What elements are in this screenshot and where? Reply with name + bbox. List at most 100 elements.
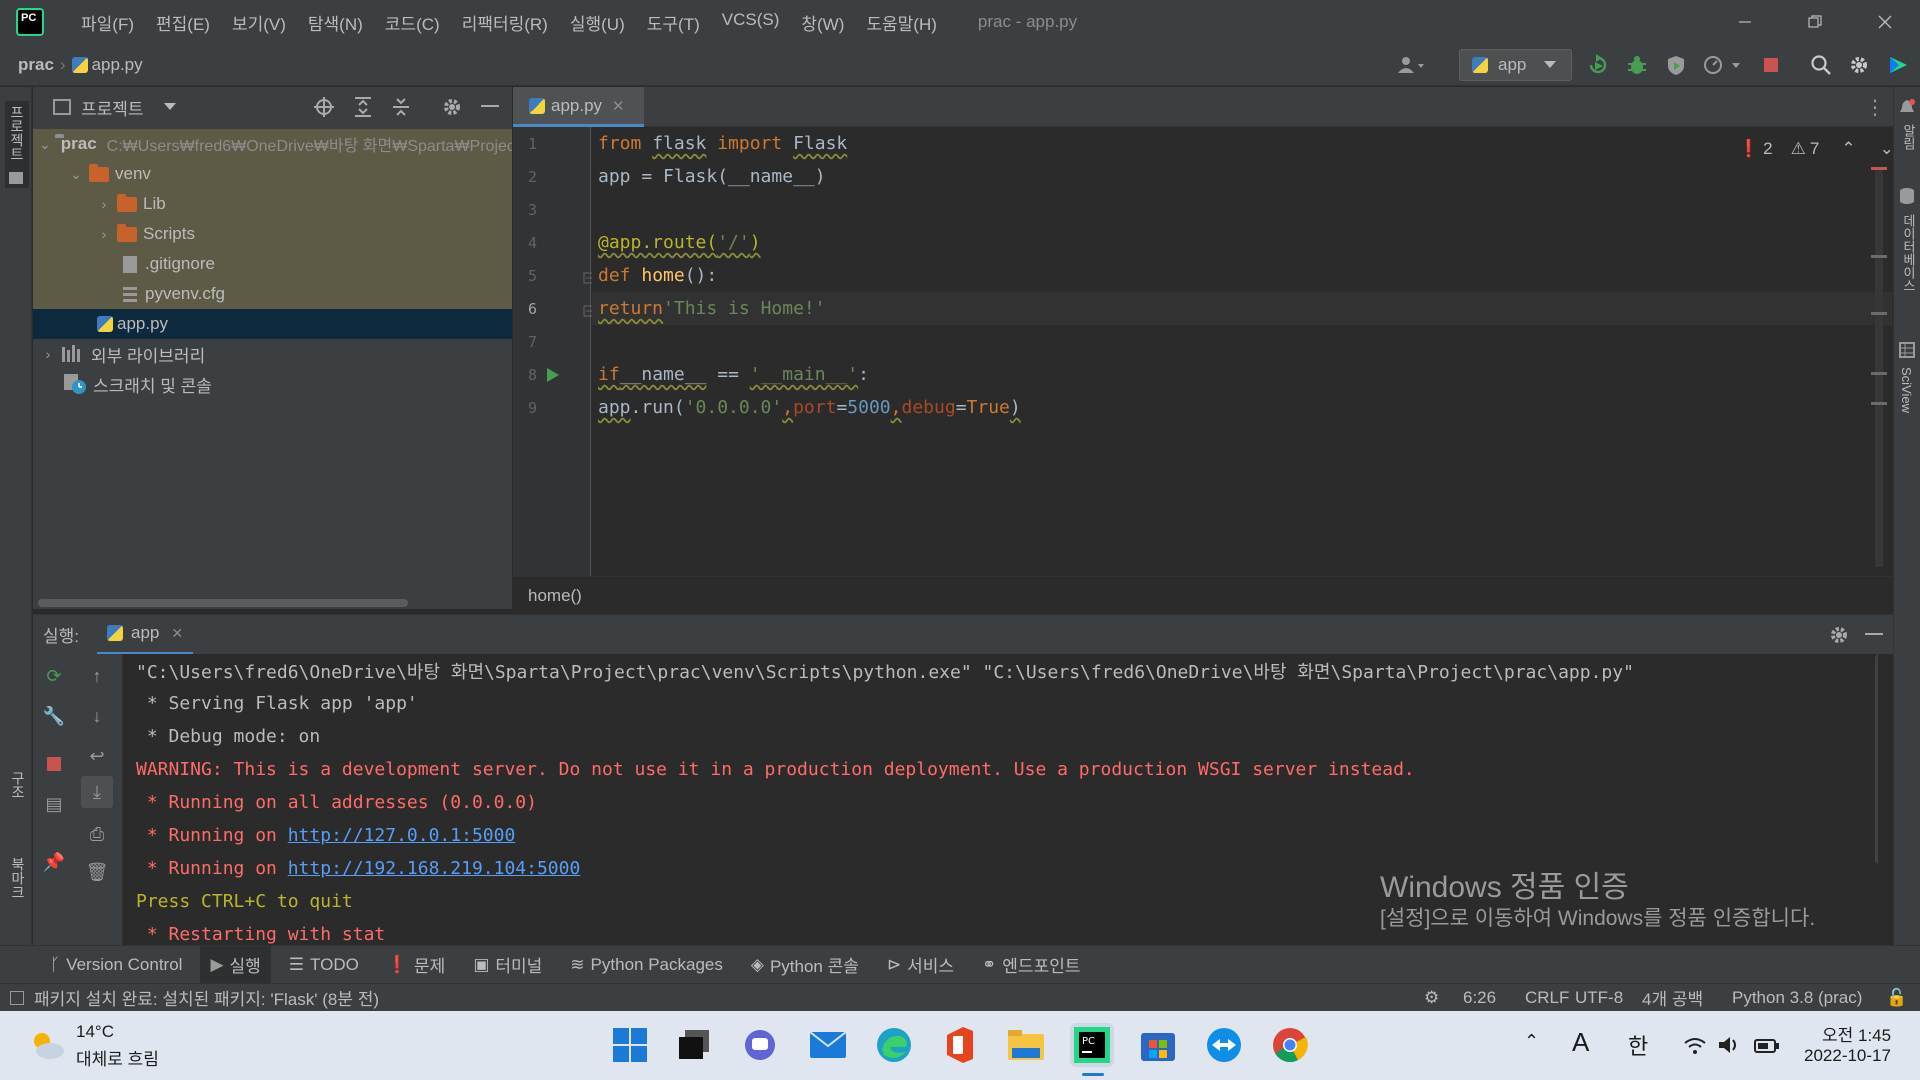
user-account-icon[interactable] <box>1390 52 1430 78</box>
pycharm-logo-icon[interactable]: PC <box>16 8 44 36</box>
file-encoding[interactable]: UTF-8 <box>1575 988 1623 1008</box>
tool-python-console[interactable]: ◈ Python 콘솔 <box>751 952 859 977</box>
chevron-right-icon[interactable]: › <box>95 196 113 212</box>
tree-item-scratches[interactable]: 스크래치 및 콘솔 <box>33 369 512 399</box>
chevron-up-icon[interactable]: ⌃ <box>1841 139 1855 159</box>
print-icon[interactable]: ⎙ <box>83 820 111 848</box>
close-window-button[interactable] <box>1850 0 1920 44</box>
toggle-tool-windows-icon[interactable] <box>10 990 24 1005</box>
weather-cloudy-icon[interactable] <box>30 1029 66 1061</box>
error-stripe[interactable] <box>1871 167 1887 567</box>
more-options-icon[interactable]: ⋮ <box>1865 95 1885 120</box>
lock-icon[interactable]: 🔓 <box>1886 988 1907 1008</box>
trash-icon[interactable]: 🗑 <box>83 858 111 886</box>
hide-panel-icon[interactable] <box>1865 632 1883 637</box>
close-tab-icon[interactable]: ✕ <box>171 625 183 642</box>
line-separator[interactable]: CRLF <box>1525 988 1569 1008</box>
wrench-icon[interactable]: 🔧 <box>40 702 68 730</box>
tree-item-scripts[interactable]: › Scripts <box>33 219 512 249</box>
battery-icon[interactable] <box>1754 1039 1780 1053</box>
menu-tools[interactable]: 도구(T) <box>636 10 711 35</box>
chrome-icon[interactable] <box>1268 1023 1312 1067</box>
menu-run[interactable]: 실행(U) <box>559 10 636 35</box>
clock-date[interactable]: 2022-10-17 <box>1804 1046 1891 1066</box>
tool-version-control[interactable]: ᚴ Version Control <box>50 955 182 975</box>
minimize-button[interactable] <box>1710 0 1780 44</box>
python-interpreter[interactable]: Python 3.8 (prac) <box>1732 988 1862 1008</box>
scroll-to-end-icon[interactable]: ⤓ <box>81 776 113 808</box>
breadcrumb-project[interactable]: prac <box>18 55 54 75</box>
settings-gear-icon[interactable] <box>1846 52 1872 78</box>
task-view-icon[interactable] <box>672 1023 716 1067</box>
tool-run[interactable]: ▶ 실행 <box>200 946 271 983</box>
tree-item-app-py[interactable]: app.py <box>33 309 512 339</box>
chevron-down-icon[interactable] <box>163 103 176 111</box>
run-configuration-select[interactable]: app <box>1459 49 1572 81</box>
menu-edit[interactable]: 편집(E) <box>145 10 221 35</box>
inspection-icon[interactable]: ⚙ <box>1424 988 1439 1008</box>
pycharm-taskbar-icon[interactable]: PC <box>1070 1023 1114 1067</box>
arrow-down-icon[interactable]: ↓ <box>83 702 111 730</box>
run-gutter-icon[interactable] <box>546 367 560 383</box>
status-message[interactable]: 패키지 설치 완료: 설치된 패키지: 'Flask' (8분 전) <box>34 985 379 1010</box>
teamviewer-icon[interactable] <box>1202 1023 1246 1067</box>
tool-services[interactable]: ⊳ 서비스 <box>887 952 954 977</box>
wifi-icon[interactable] <box>1684 1037 1706 1055</box>
tree-item-prac[interactable]: ⌄ prac C:₩Users₩fred6₩OneDrive₩바탕 화면₩Spa… <box>33 129 512 159</box>
tree-item-gitignore[interactable]: .gitignore <box>33 249 512 279</box>
tool-problems[interactable]: ❗ 문제 <box>387 952 445 977</box>
bookmarks-tool-button[interactable]: 북마크 <box>8 857 28 904</box>
horizontal-scrollbar[interactable] <box>38 599 408 607</box>
pin-icon[interactable]: 📌 <box>40 848 68 876</box>
teams-chat-icon[interactable] <box>738 1023 782 1067</box>
edge-browser-icon[interactable] <box>872 1023 916 1067</box>
vertical-scrollbar[interactable] <box>1875 654 1878 864</box>
chevron-right-icon[interactable]: › <box>39 346 57 362</box>
hide-panel-icon[interactable] <box>481 105 499 109</box>
breadcrumb-function[interactable]: home() <box>528 586 582 606</box>
chevron-down-icon[interactable]: ⌄ <box>39 136 51 153</box>
expand-all-icon[interactable] <box>353 96 373 118</box>
soft-wrap-icon[interactable]: ↩ <box>83 742 111 770</box>
clock-time[interactable]: 오전 1:45 <box>1822 1021 1891 1046</box>
editor-breadcrumb[interactable]: home() <box>513 576 1893 614</box>
microsoft-store-icon[interactable] <box>1136 1023 1180 1067</box>
lan-link[interactable]: http://192.168.219.104:5000 <box>288 858 581 879</box>
menu-window[interactable]: 창(W) <box>790 10 855 35</box>
menu-refactor[interactable]: 리팩터링(R) <box>451 10 559 35</box>
tree-item-lib[interactable]: › Lib <box>33 189 512 219</box>
rerun-icon[interactable] <box>1585 52 1611 78</box>
stop-icon[interactable] <box>1758 52 1784 78</box>
chevron-up-icon[interactable]: ⌃ <box>1524 1031 1539 1052</box>
restore-button[interactable] <box>1780 0 1850 44</box>
inspection-summary[interactable]: ❗ 2 ⚠ 7 ⌃ ⌄ <box>1738 139 1894 159</box>
database-tool-button[interactable]: 데이터베이스 <box>1899 187 1918 292</box>
settings-gear-icon[interactable] <box>441 96 463 118</box>
tool-endpoints[interactable]: ⚭ 엔드포인트 <box>982 952 1080 977</box>
ime-language-indicator[interactable]: 한 <box>1628 1029 1648 1061</box>
ime-mode-indicator[interactable]: A <box>1572 1027 1589 1058</box>
project-tool-button[interactable]: 프로젝트 <box>5 101 29 188</box>
locate-target-icon[interactable] <box>313 96 335 118</box>
layout-icon[interactable]: ▤ <box>40 790 68 818</box>
code-editor[interactable]: from flask import Flask app = Flask(__na… <box>592 127 1894 576</box>
localhost-link[interactable]: http://127.0.0.1:5000 <box>288 825 516 846</box>
volume-icon[interactable] <box>1718 1035 1742 1055</box>
sciview-tool-button[interactable]: SciView <box>1899 342 1915 413</box>
profile-icon[interactable] <box>1700 52 1744 78</box>
close-tab-icon[interactable]: ✕ <box>612 97 625 115</box>
arrow-up-icon[interactable]: ↑ <box>83 662 111 690</box>
project-panel-title[interactable]: 프로젝트 <box>81 95 144 120</box>
menu-file[interactable]: 파일(F) <box>70 10 145 35</box>
chevron-right-icon[interactable]: › <box>95 226 113 242</box>
coverage-icon[interactable] <box>1663 52 1689 78</box>
chevron-down-icon[interactable]: ⌄ <box>1880 139 1894 159</box>
menu-navigate[interactable]: 탐색(N) <box>297 10 374 35</box>
menu-help[interactable]: 도움말(H) <box>855 10 948 35</box>
mail-icon[interactable] <box>806 1023 850 1067</box>
notifications-tool-button[interactable]: 알림 <box>1899 99 1918 150</box>
breadcrumb-file[interactable]: app.py <box>92 55 143 75</box>
structure-tool-button[interactable]: 구조 <box>8 771 28 804</box>
tool-python-packages[interactable]: ≋ Python Packages <box>570 955 723 975</box>
tree-item-external-libraries[interactable]: › 외부 라이브러리 <box>33 339 512 369</box>
